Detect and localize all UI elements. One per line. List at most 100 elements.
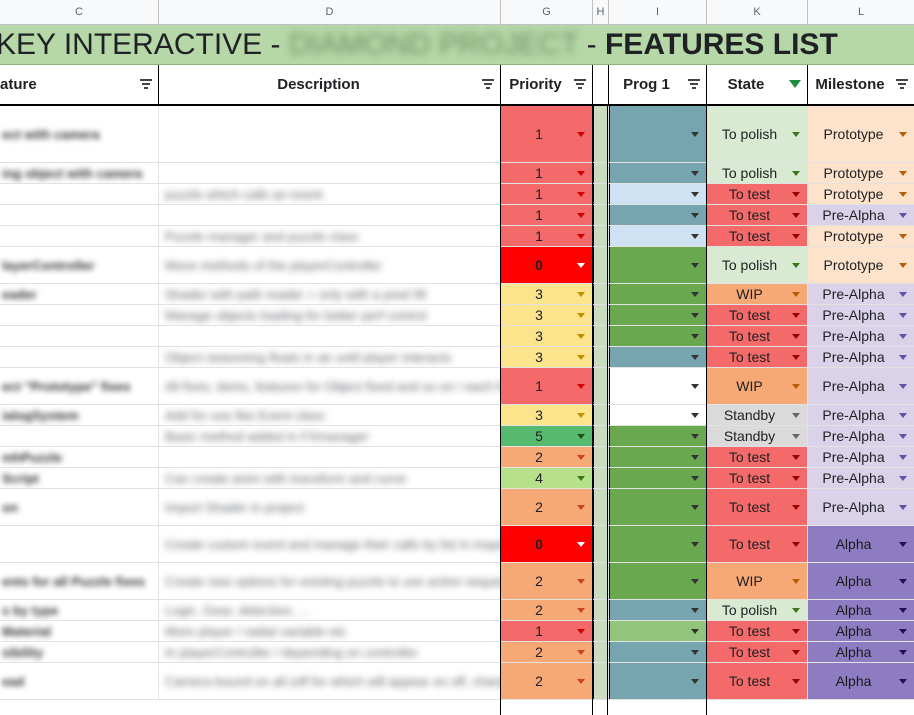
state-cell[interactable]: WIP xyxy=(707,368,808,404)
dropdown-arrow-icon[interactable] xyxy=(899,607,907,613)
dropdown-arrow-icon[interactable] xyxy=(792,191,800,197)
filter-icon[interactable] xyxy=(688,79,700,89)
milestone-cell[interactable]: Pre-Alpha xyxy=(808,347,914,367)
column-letter-h[interactable]: H xyxy=(593,0,609,25)
dropdown-arrow-icon[interactable] xyxy=(691,649,699,655)
dropdown-arrow-icon[interactable] xyxy=(899,354,907,360)
dropdown-arrow-icon[interactable] xyxy=(899,475,907,481)
prog1-cell[interactable] xyxy=(609,226,707,246)
filter-icon[interactable] xyxy=(896,79,908,89)
dropdown-arrow-icon[interactable] xyxy=(691,333,699,339)
prog1-cell[interactable] xyxy=(609,526,707,562)
feature-cell[interactable] xyxy=(0,305,159,325)
dropdown-arrow-icon[interactable] xyxy=(691,678,699,684)
priority-cell[interactable]: 2 xyxy=(501,642,593,662)
dropdown-arrow-icon[interactable] xyxy=(691,191,699,197)
column-letter-k[interactable]: K xyxy=(707,0,808,25)
priority-cell[interactable]: 1 xyxy=(501,621,593,641)
milestone-cell[interactable]: Prototype xyxy=(808,163,914,183)
description-cell[interactable]: Shader with path reader + only with a pi… xyxy=(159,284,501,304)
milestone-cell[interactable]: Pre-Alpha xyxy=(808,305,914,325)
column-letter-l[interactable]: L xyxy=(808,0,914,25)
description-cell[interactable]: Puzzle manager and puzzle class xyxy=(159,226,501,246)
dropdown-arrow-icon[interactable] xyxy=(691,454,699,460)
milestone-cell[interactable]: Pre-Alpha xyxy=(808,326,914,346)
dropdown-arrow-icon[interactable] xyxy=(899,170,907,176)
feature-cell[interactable] xyxy=(0,526,159,562)
dropdown-arrow-icon[interactable] xyxy=(577,262,585,268)
prog1-cell[interactable] xyxy=(609,563,707,599)
description-cell[interactable]: Create new options for existing puzzle t… xyxy=(159,563,501,599)
state-cell[interactable]: To test xyxy=(707,663,808,699)
feature-cell[interactable] xyxy=(0,205,159,225)
dropdown-arrow-icon[interactable] xyxy=(577,628,585,634)
state-cell[interactable]: To test xyxy=(707,184,808,204)
dropdown-arrow-icon[interactable] xyxy=(899,191,907,197)
prog1-cell[interactable] xyxy=(609,642,707,662)
dropdown-arrow-icon[interactable] xyxy=(792,628,800,634)
milestone-cell[interactable]: Alpha xyxy=(808,600,914,620)
dropdown-arrow-icon[interactable] xyxy=(577,312,585,318)
dropdown-arrow-icon[interactable] xyxy=(577,170,585,176)
priority-cell[interactable]: 2 xyxy=(501,489,593,525)
dropdown-arrow-icon[interactable] xyxy=(691,291,699,297)
feature-cell[interactable]: on xyxy=(0,489,159,525)
description-cell[interactable]: Move methods of the playerController xyxy=(159,247,501,283)
prog1-cell[interactable] xyxy=(609,106,707,162)
dropdown-arrow-icon[interactable] xyxy=(899,504,907,510)
dropdown-arrow-icon[interactable] xyxy=(899,131,907,137)
header-feature[interactable]: ature xyxy=(0,65,159,104)
milestone-cell[interactable]: Pre-Alpha xyxy=(808,205,914,225)
state-cell[interactable]: To test xyxy=(707,621,808,641)
dropdown-arrow-icon[interactable] xyxy=(691,233,699,239)
milestone-cell[interactable]: Prototype xyxy=(808,226,914,246)
header-priority[interactable]: Priority xyxy=(501,65,593,104)
dropdown-arrow-icon[interactable] xyxy=(691,170,699,176)
dropdown-arrow-icon[interactable] xyxy=(577,333,585,339)
priority-cell[interactable]: 1 xyxy=(501,184,593,204)
dropdown-arrow-icon[interactable] xyxy=(577,412,585,418)
dropdown-arrow-icon[interactable] xyxy=(899,291,907,297)
dropdown-arrow-icon[interactable] xyxy=(577,291,585,297)
state-cell[interactable]: To test xyxy=(707,205,808,225)
priority-cell[interactable]: 3 xyxy=(501,405,593,425)
description-cell[interactable]: Logic, Gear, detection, ... xyxy=(159,600,501,620)
state-cell[interactable]: Standby xyxy=(707,426,808,446)
filter-icon[interactable] xyxy=(574,79,586,89)
state-cell[interactable]: To test xyxy=(707,347,808,367)
dropdown-arrow-icon[interactable] xyxy=(792,131,800,137)
dropdown-arrow-icon[interactable] xyxy=(691,475,699,481)
dropdown-arrow-icon[interactable] xyxy=(577,454,585,460)
description-cell[interactable]: Import Shader in project xyxy=(159,489,501,525)
dropdown-arrow-icon[interactable] xyxy=(792,678,800,684)
feature-cell[interactable]: ead xyxy=(0,663,159,699)
dropdown-arrow-icon[interactable] xyxy=(792,291,800,297)
priority-cell[interactable]: 3 xyxy=(501,347,593,367)
milestone-cell[interactable]: Alpha xyxy=(808,563,914,599)
state-cell[interactable]: To test xyxy=(707,642,808,662)
feature-cell[interactable]: eader xyxy=(0,284,159,304)
feature-cell[interactable]: layerController xyxy=(0,247,159,283)
milestone-cell[interactable]: Alpha xyxy=(808,642,914,662)
prog1-cell[interactable] xyxy=(609,184,707,204)
description-cell[interactable] xyxy=(159,447,501,467)
dropdown-arrow-icon[interactable] xyxy=(691,262,699,268)
feature-cell[interactable] xyxy=(0,426,159,446)
dropdown-arrow-icon[interactable] xyxy=(691,383,699,389)
column-letter-g[interactable]: G xyxy=(501,0,593,25)
milestone-cell[interactable]: Pre-Alpha xyxy=(808,447,914,467)
prog1-cell[interactable] xyxy=(609,163,707,183)
prog1-cell[interactable] xyxy=(609,447,707,467)
dropdown-arrow-icon[interactable] xyxy=(792,233,800,239)
dropdown-arrow-icon[interactable] xyxy=(577,433,585,439)
prog1-cell[interactable] xyxy=(609,663,707,699)
filter-icon[interactable] xyxy=(482,79,494,89)
state-cell[interactable]: To polish xyxy=(707,600,808,620)
dropdown-arrow-icon[interactable] xyxy=(577,233,585,239)
prog1-cell[interactable] xyxy=(609,621,707,641)
state-cell[interactable]: WIP xyxy=(707,563,808,599)
milestone-cell[interactable]: Pre-Alpha xyxy=(808,426,914,446)
dropdown-arrow-icon[interactable] xyxy=(899,678,907,684)
dropdown-arrow-icon[interactable] xyxy=(792,475,800,481)
dropdown-arrow-icon[interactable] xyxy=(691,578,699,584)
